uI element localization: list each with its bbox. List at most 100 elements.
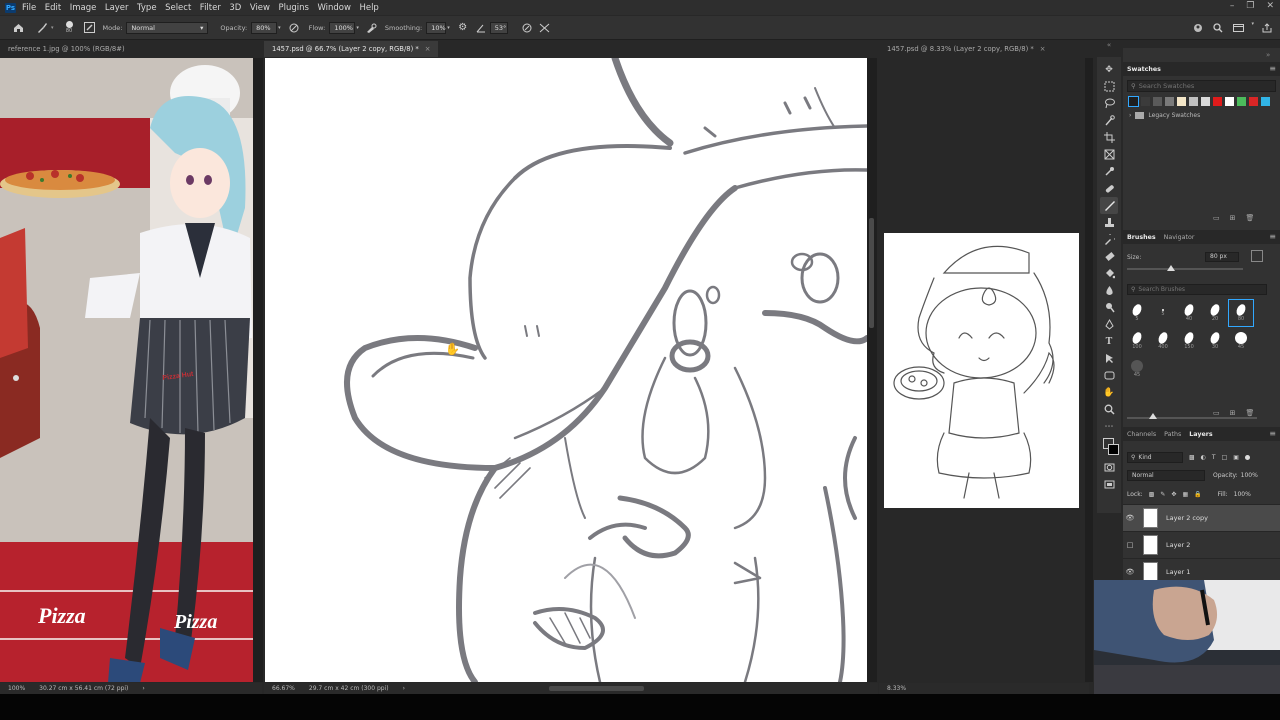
toolbar-collapse-icon[interactable]: « xyxy=(1097,41,1121,56)
panels-collapse-icon[interactable]: » xyxy=(1123,48,1280,62)
angle-input[interactable]: 53° xyxy=(489,21,508,34)
swatch[interactable] xyxy=(1249,97,1258,106)
close-tab-icon[interactable]: × xyxy=(425,45,431,53)
layer-row-layer-2[interactable]: □ Layer 2 xyxy=(1123,531,1280,558)
doc2-zoom[interactable]: 66.67% xyxy=(272,685,295,692)
brush-settings-icon[interactable] xyxy=(83,21,97,35)
doc3-vertical-scrollbar[interactable] xyxy=(1085,58,1093,682)
brush-size-slider[interactable] xyxy=(1127,268,1243,270)
swatch[interactable] xyxy=(1141,97,1150,106)
brush-preset[interactable]: 5 xyxy=(1125,300,1149,326)
smoothing-arrow-icon[interactable]: ▾ xyxy=(447,25,450,31)
gear-icon[interactable]: ⚙ xyxy=(456,21,470,35)
new-group-icon[interactable]: ▭ xyxy=(1213,214,1220,222)
panel-menu-icon[interactable]: ≡ xyxy=(1269,232,1276,241)
brush-preset[interactable]: 40 xyxy=(1177,300,1201,326)
lasso-tool-icon[interactable] xyxy=(1100,95,1118,112)
pen-tool-icon[interactable] xyxy=(1100,316,1118,333)
slider-handle-icon[interactable] xyxy=(1167,265,1175,271)
tab-brushes[interactable]: Brushes xyxy=(1127,234,1156,241)
menu-select[interactable]: Select xyxy=(165,3,191,13)
swatch[interactable] xyxy=(1237,97,1246,106)
tab-doc3[interactable]: 1457.psd @ 8.33% (Layer 2 copy, RGB/8) *… xyxy=(879,41,1053,57)
share-document-icon[interactable] xyxy=(1260,21,1274,35)
sketch-canvas[interactable]: ✋ xyxy=(265,58,867,682)
tab-channels[interactable]: Channels xyxy=(1127,431,1156,438)
screen-mode-icon[interactable] xyxy=(1100,476,1118,493)
swatch[interactable] xyxy=(1189,97,1198,106)
tab-doc1[interactable]: reference 1.jpg @ 100% (RGB/8#) xyxy=(0,41,133,57)
filter-toggle-icon[interactable] xyxy=(1244,454,1250,460)
layer-opacity-input[interactable]: 100% xyxy=(1241,472,1258,479)
reference-image-canvas[interactable]: Pizza Hut Pizza Pizza xyxy=(0,58,253,682)
quick-select-tool-icon[interactable] xyxy=(1100,112,1118,129)
search-icon[interactable] xyxy=(1211,21,1225,35)
brush-preset[interactable]: 5 xyxy=(1151,300,1175,326)
history-brush-tool-icon[interactable] xyxy=(1100,231,1118,248)
tab-doc2[interactable]: 1457.psd @ 66.7% (Layer 2 copy, RGB/8) *… xyxy=(264,41,439,57)
pressure-opacity-icon[interactable] xyxy=(287,21,301,35)
swatch[interactable] xyxy=(1201,97,1210,106)
mode-select[interactable]: Normal ▾ xyxy=(126,21,209,34)
status-arrow-icon[interactable]: › xyxy=(142,685,144,692)
doc2-scroll-thumb[interactable] xyxy=(869,218,874,328)
brush-preset[interactable]: 20 xyxy=(1203,300,1227,326)
tool-preset-arrow-icon[interactable]: ▾ xyxy=(51,25,54,31)
more-tools-icon[interactable]: ⋯ xyxy=(1100,418,1118,435)
flow-input[interactable]: 100% xyxy=(329,21,356,34)
smoothing-input[interactable]: 10% xyxy=(426,21,447,34)
lock-all-icon[interactable]: 🔒 xyxy=(1194,491,1201,498)
swatch[interactable] xyxy=(1261,97,1270,106)
filter-shape-icon[interactable]: □ xyxy=(1222,454,1228,461)
blend-mode-select[interactable]: Normal xyxy=(1127,469,1205,481)
menu-type[interactable]: Type xyxy=(137,3,157,13)
menu-window[interactable]: Window xyxy=(317,3,351,13)
clone-stamp-tool-icon[interactable] xyxy=(1100,214,1118,231)
doc1-vertical-scrollbar[interactable] xyxy=(253,58,263,682)
opacity-input[interactable]: 80% xyxy=(251,21,278,34)
trash-icon[interactable]: 🗑 xyxy=(1246,214,1255,222)
move-tool-icon[interactable]: ✥ xyxy=(1100,61,1118,78)
brush-preset-picker[interactable]: 80 xyxy=(65,21,73,34)
tab-layers[interactable]: Layers xyxy=(1189,431,1212,438)
lock-pixels-icon[interactable]: ✎ xyxy=(1160,491,1165,498)
healing-brush-tool-icon[interactable] xyxy=(1100,180,1118,197)
symmetry-icon[interactable] xyxy=(538,21,552,35)
rectangle-tool-icon[interactable] xyxy=(1100,367,1118,384)
swatch[interactable] xyxy=(1225,97,1234,106)
menu-help[interactable]: Help xyxy=(359,3,378,13)
brush-preset[interactable]: 400 xyxy=(1151,328,1175,354)
type-tool-icon[interactable]: T xyxy=(1100,333,1118,350)
tab-swatches[interactable]: Swatches xyxy=(1127,66,1161,73)
new-brush-icon[interactable]: ⊞ xyxy=(1230,409,1236,417)
layer-kind-select[interactable]: ⚲ Kind xyxy=(1127,451,1183,463)
menu-filter[interactable]: Filter xyxy=(200,3,221,13)
fill-input[interactable]: 100% xyxy=(1234,491,1251,498)
swatches-search[interactable]: ⚲ xyxy=(1127,80,1276,92)
home-icon[interactable] xyxy=(11,21,25,35)
color-swatches[interactable] xyxy=(1100,435,1119,459)
restore-icon[interactable]: ❐ xyxy=(1246,1,1254,11)
doc1-zoom[interactable]: 100% xyxy=(8,685,25,692)
brush-preset[interactable]: 45 xyxy=(1229,328,1253,354)
close-icon[interactable]: ✕ xyxy=(1266,1,1274,11)
brush-preset[interactable]: 80 xyxy=(1228,299,1254,327)
doc2-horizontal-scroll-thumb[interactable] xyxy=(549,686,644,691)
swatch[interactable] xyxy=(1153,97,1162,106)
visibility-eye-icon[interactable]: 👁 xyxy=(1123,568,1137,576)
paint-bucket-tool-icon[interactable] xyxy=(1100,265,1118,282)
brush-preset[interactable]: 150 xyxy=(1177,328,1201,354)
close-tab-icon[interactable]: × xyxy=(1040,45,1046,53)
brush-preset[interactable]: 100 xyxy=(1125,328,1149,354)
crop-tool-icon[interactable] xyxy=(1100,129,1118,146)
brush-search[interactable]: ⚲ xyxy=(1127,284,1267,295)
background-color[interactable] xyxy=(1108,444,1119,455)
minimize-icon[interactable]: – xyxy=(1230,1,1235,11)
hand-tool-icon[interactable]: ✋ xyxy=(1100,384,1118,401)
opacity-arrow-icon[interactable]: ▾ xyxy=(278,25,281,31)
brush-flip-icon[interactable] xyxy=(1251,250,1263,262)
panel-menu-icon[interactable]: ≡ xyxy=(1269,64,1276,73)
workspace-icon[interactable] xyxy=(1231,21,1245,35)
brush-preview-slider[interactable] xyxy=(1127,417,1257,419)
new-group-icon[interactable]: ▭ xyxy=(1213,409,1220,417)
